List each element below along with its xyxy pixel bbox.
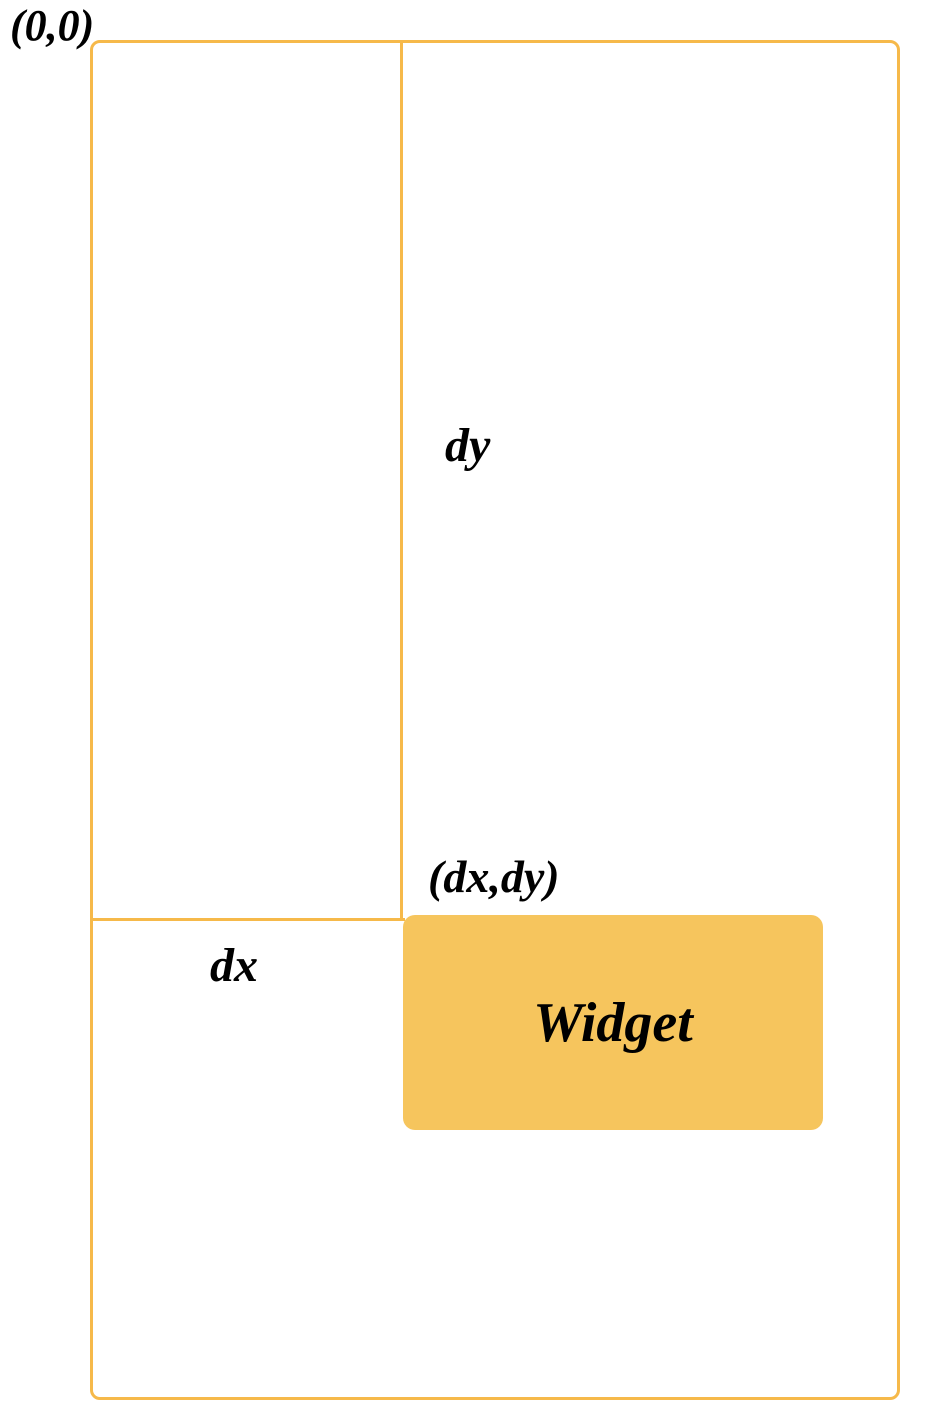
widget-box: Widget bbox=[403, 915, 823, 1130]
container-rect bbox=[90, 40, 900, 1400]
dy-guide-line bbox=[400, 40, 403, 920]
widget-label: Widget bbox=[533, 991, 693, 1055]
dy-label: dy bbox=[445, 418, 490, 473]
dxdy-coordinate-label: (dx,dy) bbox=[428, 850, 560, 903]
dx-label: dx bbox=[210, 938, 258, 993]
dx-guide-line bbox=[90, 918, 405, 921]
origin-label: (0,0) bbox=[10, 0, 94, 51]
